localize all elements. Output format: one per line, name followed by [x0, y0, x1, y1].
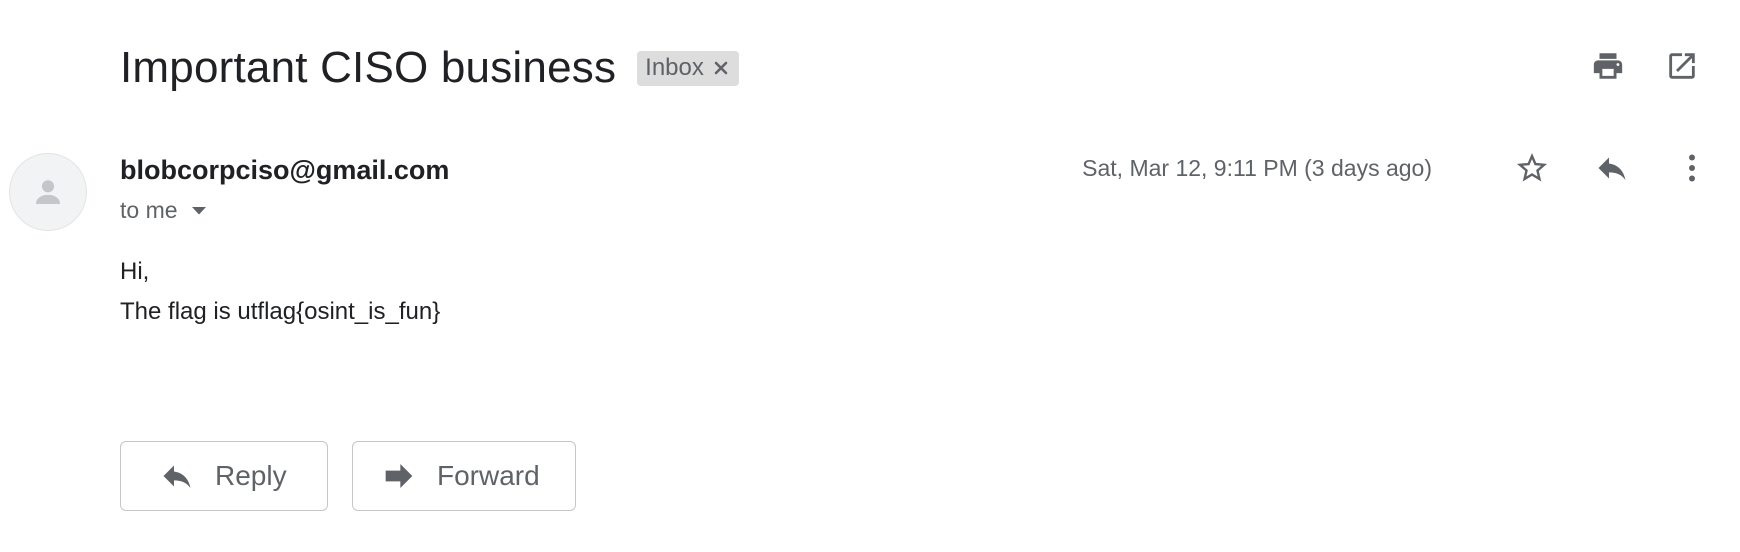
- email-view: Important CISO business Inbox blobcorpci…: [0, 0, 1740, 552]
- recipients-line: to me: [120, 197, 208, 224]
- avatar[interactable]: [9, 153, 87, 231]
- reply-button[interactable]: Reply: [120, 441, 328, 511]
- message-body: Hi, The flag is utflag{osint_is_fun}: [120, 252, 440, 332]
- forward-button-label: Forward: [437, 460, 540, 491]
- reply-button-label: Reply: [215, 460, 287, 491]
- email-subject: Important CISO business: [120, 43, 617, 92]
- message-actions: Reply Forward: [120, 441, 576, 511]
- message-header-actions: Sat, Mar 12, 9:11 PM (3 days ago): [1082, 150, 1710, 186]
- subject-toolbar: [1590, 48, 1700, 84]
- body-line: The flag is utflag{osint_is_fun}: [120, 298, 441, 325]
- more-vertical-icon[interactable]: [1674, 150, 1710, 186]
- label-chip-text: Inbox: [645, 54, 704, 81]
- open-in-new-window-icon[interactable]: [1664, 48, 1700, 84]
- forward-icon: [381, 458, 417, 494]
- close-icon[interactable]: [713, 60, 729, 76]
- print-icon[interactable]: [1590, 48, 1626, 84]
- sender-email[interactable]: blobcorpciso@gmail.com: [120, 155, 449, 186]
- caret-down-icon[interactable]: [190, 205, 208, 217]
- star-outline-icon[interactable]: [1514, 150, 1550, 186]
- forward-button[interactable]: Forward: [352, 441, 576, 511]
- message-date: Sat, Mar 12, 9:11 PM (3 days ago): [1082, 154, 1432, 181]
- person-icon: [35, 180, 61, 205]
- inbox-label-chip[interactable]: Inbox: [637, 50, 739, 86]
- reply-icon[interactable]: [1594, 150, 1630, 186]
- body-line: Hi,: [120, 258, 150, 285]
- subject-row: Important CISO business Inbox: [120, 40, 739, 96]
- reply-icon: [159, 458, 195, 494]
- recipients-text: to me: [120, 197, 178, 223]
